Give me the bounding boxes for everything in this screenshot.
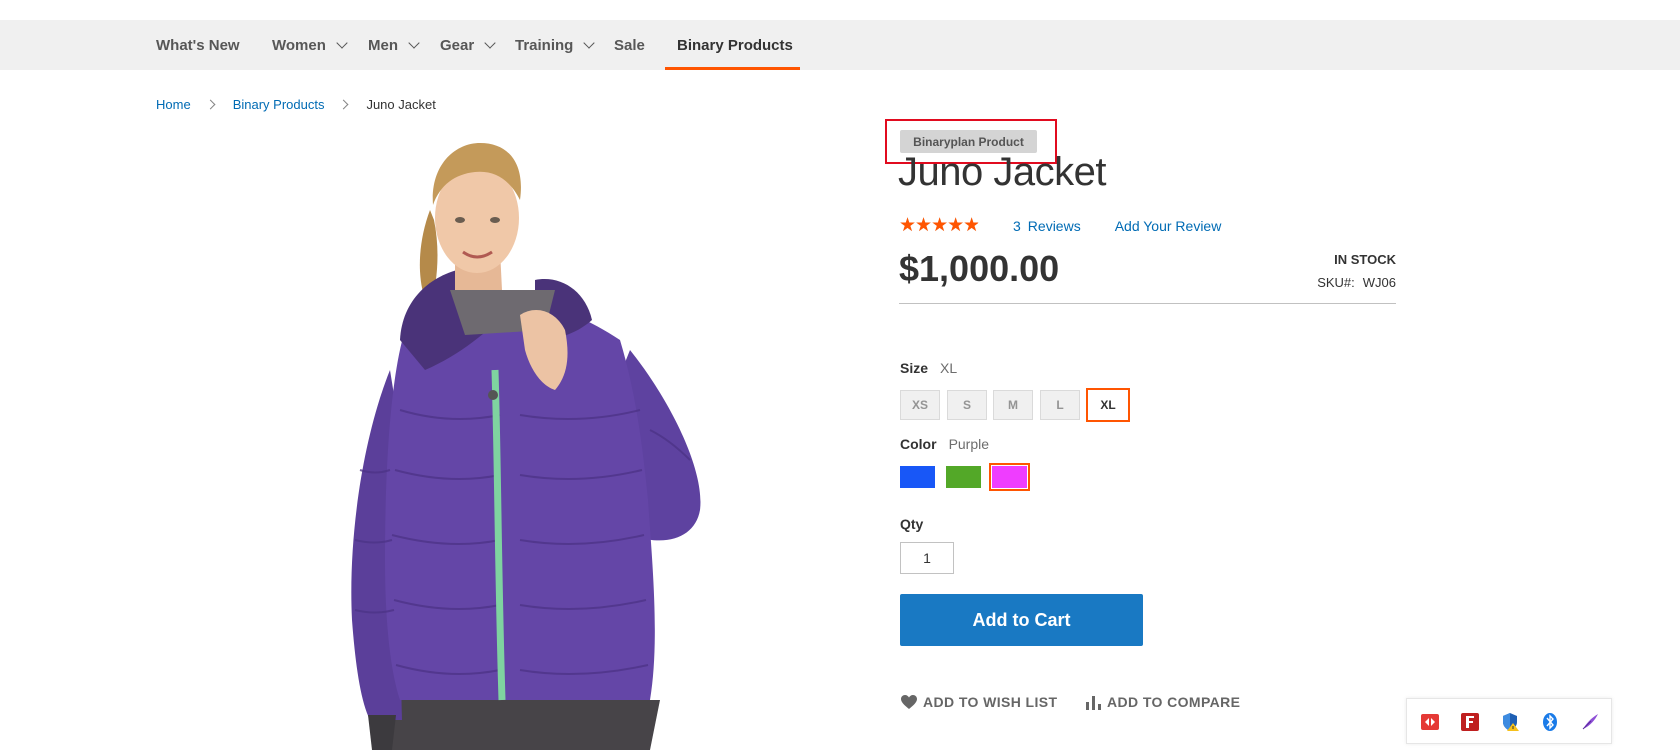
bar-chart-icon [1086, 696, 1101, 710]
size-swatch-l[interactable]: L [1040, 390, 1080, 420]
chevron-down-icon [408, 36, 420, 49]
chevron-right-icon [205, 99, 216, 109]
wishlist-label: ADD TO WISH LIST [923, 694, 1058, 710]
nav-item-label: Men [368, 36, 398, 54]
nav-item-label: Women [272, 36, 326, 54]
add-review-link[interactable]: Add Your Review [1115, 218, 1222, 234]
color-option-label: Color Purple [900, 436, 989, 452]
nav-active-indicator [665, 67, 800, 70]
nav-item-label: What's New [156, 36, 240, 54]
compare-label: ADD TO COMPARE [1107, 694, 1241, 710]
stock-status: IN STOCK [1334, 252, 1396, 267]
reviews-count: 3 [1013, 218, 1021, 234]
nav-item-label: Gear [440, 36, 475, 54]
color-label: Color [900, 436, 937, 452]
size-label: Size [900, 360, 929, 376]
heart-icon [901, 695, 917, 709]
chevron-down-icon [336, 36, 348, 49]
color-swatch-purple[interactable] [989, 463, 1030, 491]
nav-item-sale[interactable]: Sale [614, 20, 645, 70]
size-swatch-xs[interactable]: XS [900, 390, 940, 420]
nav-item-label: Binary Products [677, 36, 793, 54]
product-title: Juno Jacket [898, 150, 1106, 194]
rating-summary: ★★★★★ ★★★★★ 3 Reviews Add Your Review [899, 216, 1221, 236]
breadcrumb-current: Juno Jacket [366, 96, 436, 112]
add-to-cart-button[interactable]: Add to Cart [900, 594, 1143, 646]
color-swatch-blue[interactable] [900, 466, 935, 488]
product-photo-illustration [351, 143, 701, 750]
system-tray-popup [1406, 698, 1612, 744]
security-shield-warning-icon[interactable] [1500, 712, 1520, 732]
chevron-right-icon [339, 99, 349, 109]
chevron-down-icon [484, 36, 496, 49]
nav-item-gear[interactable]: Gear [440, 20, 496, 70]
sku-value: WJ06 [1362, 275, 1396, 290]
product-image[interactable] [330, 140, 720, 750]
nav-item-training[interactable]: Training [515, 20, 596, 70]
main-navigation: What's New Women Men Gear Training Sale … [0, 20, 1680, 70]
nav-item-label: Sale [614, 36, 645, 54]
add-to-wishlist-link[interactable]: ADD TO WISH LIST [900, 692, 1057, 712]
product-price: $1,000.00 [899, 248, 1060, 289]
remote-desktop-icon[interactable] [1420, 712, 1440, 732]
chevron-down-icon [583, 36, 596, 49]
breadcrumb: Home Binary Products Juno Jacket [156, 96, 436, 112]
qty-input[interactable] [900, 542, 954, 574]
feather-pen-icon[interactable] [1580, 712, 1600, 732]
color-swatch-green[interactable] [946, 466, 981, 488]
breadcrumb-home-link[interactable]: Home [156, 97, 191, 112]
nav-item-whats-new[interactable]: What's New [156, 20, 240, 70]
top-strip [0, 0, 1680, 20]
nav-item-binary-products[interactable]: Binary Products [677, 20, 793, 70]
reviews-link[interactable]: 3 Reviews [1013, 218, 1081, 234]
size-swatch-s[interactable]: S [947, 390, 987, 420]
color-selected-value: Purple [948, 436, 990, 452]
breadcrumb-category-link[interactable]: Binary Products [233, 97, 325, 112]
size-option-label: Size XL [900, 360, 957, 376]
nav-item-label: Training [515, 36, 574, 54]
divider [899, 303, 1396, 304]
add-to-compare-link[interactable]: ADD TO COMPARE [1085, 692, 1240, 712]
size-swatch-m[interactable]: M [993, 390, 1033, 420]
nav-item-women[interactable]: Women [272, 20, 348, 70]
reviews-label: Reviews [1027, 218, 1081, 234]
star-icon-filled: ★★★★★ [899, 216, 979, 236]
rating-stars: ★★★★★ ★★★★★ [899, 216, 991, 236]
sku-info: SKU#: WJ06 [1317, 275, 1396, 290]
size-selected-value: XL [940, 360, 958, 376]
nav-item-men[interactable]: Men [368, 20, 420, 70]
size-swatch-xl[interactable]: XL [1086, 388, 1130, 422]
sku-label: SKU#: [1317, 275, 1355, 290]
filezilla-icon[interactable] [1460, 712, 1480, 732]
qty-label: Qty [900, 516, 924, 532]
bluetooth-icon[interactable] [1540, 712, 1560, 732]
